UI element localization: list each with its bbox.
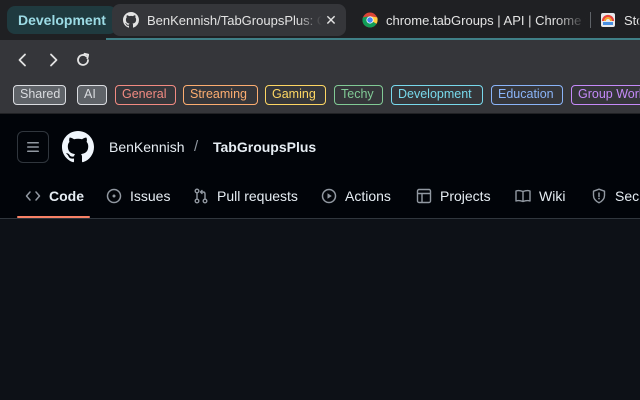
group-chip-techy[interactable]: Techy — [334, 85, 383, 105]
tab-title: chrome.tabGroups | API | Chrome for Deve… — [386, 12, 586, 28]
tab-groups-bar: Shared AI General Streaming Gaming Techy… — [0, 80, 640, 114]
tab-chrome-docs[interactable]: chrome.tabGroups | API | Chrome for Deve… — [356, 4, 586, 36]
reload-button[interactable] — [70, 48, 96, 72]
group-chip-shared[interactable]: Shared — [13, 85, 66, 105]
tab-security[interactable]: Security — [591, 186, 640, 206]
forward-button[interactable] — [40, 48, 66, 72]
repo-owner-link[interactable]: BenKennish — [109, 139, 185, 155]
chrome-icon — [362, 12, 378, 28]
play-icon — [321, 188, 337, 204]
hamburger-icon — [27, 142, 39, 152]
tab-label: Pull requests — [217, 188, 298, 204]
group-chip-gaming[interactable]: Gaming — [265, 85, 326, 105]
tab-projects[interactable]: Projects — [416, 186, 491, 206]
tab-title: BenKennish/TabGroupsPlus: Chrome extensi… — [147, 12, 322, 28]
tab-label: Actions — [345, 188, 391, 204]
browser-toolbar — [0, 40, 640, 80]
back-button[interactable] — [10, 48, 36, 72]
tab-pull-requests[interactable]: Pull requests — [193, 186, 298, 206]
group-chip-general[interactable]: General — [115, 85, 176, 105]
tab-issues[interactable]: Issues — [106, 186, 170, 206]
tab-separator — [590, 12, 591, 28]
app-icon — [601, 13, 615, 27]
back-arrow-icon — [18, 53, 26, 67]
tab-label: Wiki — [539, 188, 566, 204]
tab-label: Issues — [130, 188, 171, 204]
group-chip-streaming[interactable]: Streaming — [183, 85, 258, 105]
tab-label: Security — [615, 188, 640, 204]
tab-title: Sto — [624, 12, 640, 28]
book-icon — [515, 189, 531, 203]
breadcrumb-separator: / — [194, 138, 199, 155]
group-chip-group-work[interactable]: Group Work — [571, 85, 640, 105]
active-tab-indicator — [17, 216, 90, 218]
issue-icon — [106, 188, 122, 204]
tab-other[interactable]: Sto — [594, 4, 640, 36]
menu-button[interactable] — [17, 131, 49, 163]
tab-actions[interactable]: Actions — [321, 186, 391, 206]
shield-icon — [592, 188, 606, 204]
code-icon — [25, 191, 41, 201]
repo-name-link[interactable]: TabGroupsPlus — [213, 139, 316, 155]
tab-close-button[interactable]: ✕ — [322, 11, 340, 29]
tab-code[interactable]: Code — [25, 186, 84, 206]
page-content — [0, 219, 640, 400]
tab-wiki[interactable]: Wiki — [515, 186, 565, 206]
group-chip-development[interactable]: Development — [391, 85, 483, 105]
tab-label: Code — [49, 188, 84, 204]
forward-arrow-icon — [50, 53, 58, 67]
group-chip-ai[interactable]: AI — [77, 85, 107, 105]
pull-request-icon — [194, 188, 208, 204]
reload-icon — [77, 52, 90, 66]
tab-group-chip[interactable]: Development — [7, 6, 117, 34]
tab-github[interactable]: BenKennish/TabGroupsPlus: Chrome extensi… — [112, 4, 346, 36]
table-icon — [416, 188, 432, 204]
group-chip-education[interactable]: Education — [491, 85, 563, 105]
tab-strip: Development BenKennish/TabGroupsPlus: Ch… — [0, 0, 640, 40]
browser-window: Development BenKennish/TabGroupsPlus: Ch… — [0, 0, 640, 400]
github-logo-icon[interactable] — [62, 131, 94, 163]
tab-label: Projects — [440, 188, 491, 204]
github-header: BenKennish / TabGroupsPlus Code Issues P… — [0, 114, 640, 219]
github-icon — [123, 12, 139, 28]
